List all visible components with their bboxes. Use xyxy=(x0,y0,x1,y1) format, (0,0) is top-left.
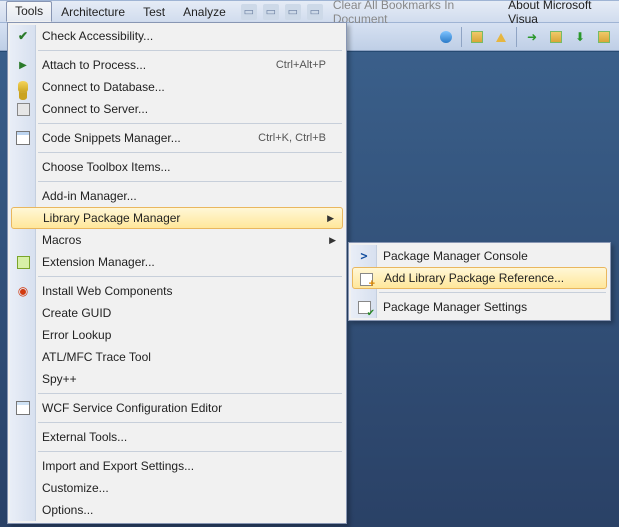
submenu-arrow-icon: ▶ xyxy=(329,235,336,246)
bookmark-new-icon[interactable]: ▭ xyxy=(241,4,257,20)
down-arrow-icon: ⬇ xyxy=(575,30,585,44)
menu-create-guid[interactable]: Create GUID xyxy=(10,302,344,324)
menu-tools[interactable]: Tools xyxy=(6,1,52,22)
menu-separator xyxy=(38,50,342,51)
menu-label: Add Library Package Reference... xyxy=(384,271,598,285)
menu-library-package-manager[interactable]: Library Package Manager ▶ xyxy=(11,207,343,229)
menu-label: Extension Manager... xyxy=(42,255,336,269)
menu-shortcut: Ctrl+K, Ctrl+B xyxy=(258,132,336,144)
toolbar-btn-5[interactable] xyxy=(545,26,567,48)
menu-label: Connect to Server... xyxy=(42,102,336,116)
database-icon xyxy=(15,79,31,95)
menu-label: Error Lookup xyxy=(42,328,336,342)
submenu-package-manager-settings[interactable]: Package Manager Settings xyxy=(351,296,608,318)
menu-import-export-settings[interactable]: Import and Export Settings... xyxy=(10,455,344,477)
settings-icon xyxy=(356,299,372,315)
check-icon xyxy=(15,28,31,44)
box-icon xyxy=(550,31,562,43)
menu-options[interactable]: Options... xyxy=(10,499,344,521)
menu-label: Options... xyxy=(42,503,336,517)
menu-choose-toolbox-items[interactable]: Choose Toolbox Items... xyxy=(10,156,344,178)
menu-install-web-components[interactable]: Install Web Components xyxy=(10,280,344,302)
main-menubar: Tools Architecture Test Analyze ▭ ▭ ▭ ▭ … xyxy=(0,0,619,23)
menu-macros[interactable]: Macros ▶ xyxy=(10,229,344,251)
menu-label: Customize... xyxy=(42,481,336,495)
menu-label: WCF Service Configuration Editor xyxy=(42,401,336,415)
disc-icon xyxy=(440,31,452,43)
menu-external-tools[interactable]: External Tools... xyxy=(10,426,344,448)
menu-separator xyxy=(38,123,342,124)
triangle-icon xyxy=(496,33,506,42)
toolbar-btn-1[interactable] xyxy=(435,26,457,48)
console-icon xyxy=(356,248,372,264)
menu-attach-to-process[interactable]: Attach to Process... Ctrl+Alt+P xyxy=(10,54,344,76)
menu-connect-server[interactable]: Connect to Server... xyxy=(10,98,344,120)
menu-addin-manager[interactable]: Add-in Manager... xyxy=(10,185,344,207)
toolbar-btn-7[interactable] xyxy=(593,26,615,48)
menu-label: Package Manager Settings xyxy=(383,300,600,314)
toolbar-btn-4[interactable]: ➜ xyxy=(521,26,543,48)
box-icon xyxy=(598,31,610,43)
menu-check-accessibility[interactable]: Check Accessibility... xyxy=(10,25,344,47)
bookmark-toggle-icon[interactable]: ▭ xyxy=(263,4,279,20)
menu-separator xyxy=(38,393,342,394)
toolbar-btn-3[interactable] xyxy=(490,26,512,48)
tools-dropdown: Check Accessibility... Attach to Process… xyxy=(7,22,347,524)
menu-test[interactable]: Test xyxy=(134,2,174,22)
snippets-icon xyxy=(15,130,31,146)
add-reference-icon xyxy=(358,271,374,287)
menu-spy-plus-plus[interactable]: Spy++ xyxy=(10,368,344,390)
menu-customize[interactable]: Customize... xyxy=(10,477,344,499)
menu-separator xyxy=(38,276,342,277)
menu-analyze[interactable]: Analyze xyxy=(174,2,235,22)
toolbar-separator xyxy=(461,27,462,47)
menu-atl-mfc-trace[interactable]: ATL/MFC Trace Tool xyxy=(10,346,344,368)
arrow-icon: ➜ xyxy=(527,30,537,44)
menu-error-lookup[interactable]: Error Lookup xyxy=(10,324,344,346)
menu-architecture[interactable]: Architecture xyxy=(52,2,134,22)
extension-icon xyxy=(15,254,31,270)
menu-label: Code Snippets Manager... xyxy=(42,131,258,145)
toolbar-separator xyxy=(516,27,517,47)
bookmark-prev-icon[interactable]: ▭ xyxy=(285,4,301,20)
toolbar-btn-6[interactable]: ⬇ xyxy=(569,26,591,48)
menu-label: Add-in Manager... xyxy=(42,189,336,203)
server-icon xyxy=(15,101,31,117)
menu-label: Connect to Database... xyxy=(42,80,336,94)
menu-label: Choose Toolbox Items... xyxy=(42,160,336,174)
menu-label: Library Package Manager xyxy=(43,211,327,225)
submenu-arrow-icon: ▶ xyxy=(327,213,334,224)
menu-connect-database[interactable]: Connect to Database... xyxy=(10,76,344,98)
attach-icon xyxy=(15,57,31,73)
menu-code-snippets-manager[interactable]: Code Snippets Manager... Ctrl+K, Ctrl+B xyxy=(10,127,344,149)
menu-wcf-config-editor[interactable]: WCF Service Configuration Editor xyxy=(10,397,344,419)
menu-label: Install Web Components xyxy=(42,284,336,298)
library-package-manager-submenu: Package Manager Console Add Library Pack… xyxy=(348,242,611,321)
bookmark-next-icon[interactable]: ▭ xyxy=(307,4,323,20)
menu-label: External Tools... xyxy=(42,430,336,444)
submenu-package-manager-console[interactable]: Package Manager Console xyxy=(351,245,608,267)
menu-separator xyxy=(38,422,342,423)
menu-label: Spy++ xyxy=(42,372,336,386)
menu-label: Check Accessibility... xyxy=(42,29,336,43)
menu-label: Package Manager Console xyxy=(383,249,600,263)
submenu-add-library-package-reference[interactable]: Add Library Package Reference... xyxy=(352,267,607,289)
menu-separator xyxy=(38,152,342,153)
menu-label: Import and Export Settings... xyxy=(42,459,336,473)
menu-label: Attach to Process... xyxy=(42,58,276,72)
menu-extension-manager[interactable]: Extension Manager... xyxy=(10,251,344,273)
menu-label: Create GUID xyxy=(42,306,336,320)
install-icon xyxy=(15,283,31,299)
menu-label: Macros xyxy=(42,233,329,247)
menu-label: ATL/MFC Trace Tool xyxy=(42,350,336,364)
toolbar-btn-2[interactable] xyxy=(466,26,488,48)
menu-separator xyxy=(38,181,342,182)
wcf-icon xyxy=(15,400,31,416)
menu-separator xyxy=(38,451,342,452)
menubar-icon-group: ▭ ▭ ▭ ▭ xyxy=(235,4,323,20)
menu-shortcut: Ctrl+Alt+P xyxy=(276,59,336,71)
menu-separator xyxy=(379,292,606,293)
box-icon xyxy=(471,31,483,43)
